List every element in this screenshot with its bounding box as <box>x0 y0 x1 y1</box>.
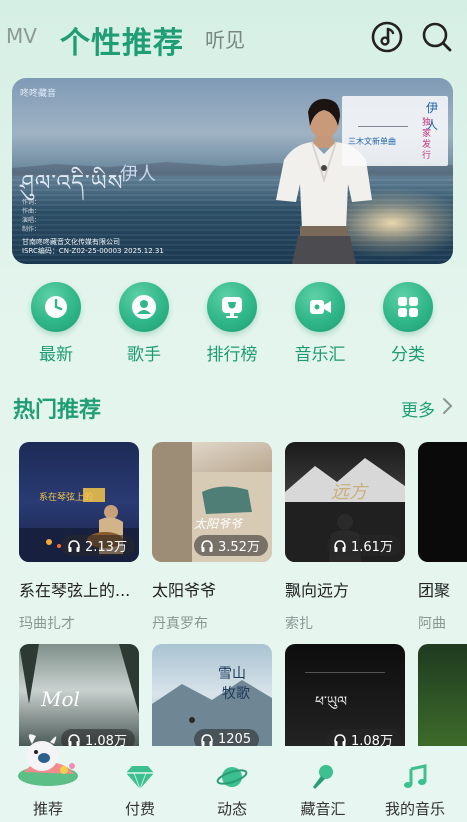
album-artist[interactable]: 索扎 <box>285 613 405 633</box>
singer-icon <box>119 282 169 332</box>
album-artist[interactable]: 丹真罗布 <box>152 613 272 633</box>
banner-company: 甘南咚咚藏音文化传媒有限公司 ISRC编码：CN-Z02-25-00003 20… <box>22 238 164 255</box>
music-note-icon[interactable] <box>370 20 404 54</box>
svg-text:牧歌: 牧歌 <box>222 686 250 702</box>
diamond-icon <box>126 766 154 790</box>
section-title: 热门推荐 <box>13 398 102 423</box>
clock-icon <box>31 282 81 332</box>
category-genres[interactable]: 分类 <box>373 282 443 365</box>
headphones-icon <box>68 539 80 552</box>
album-card[interactable] <box>418 644 467 746</box>
nav-label: 我的音乐 <box>384 800 445 818</box>
video-camera-icon <box>295 282 345 332</box>
category-label: 歌手 <box>127 345 161 365</box>
svg-text:太阳爷爷: 太阳爷爷 <box>194 517 244 531</box>
planet-icon <box>216 767 248 787</box>
album-cover[interactable] <box>418 644 467 746</box>
banner-title: 伊人 <box>120 164 156 185</box>
search-icon[interactable] <box>420 20 454 54</box>
album-cover[interactable] <box>418 442 467 562</box>
category-charts[interactable]: 排行榜 <box>197 282 267 365</box>
tab-mv[interactable]: MV <box>6 24 37 48</box>
tab-recommend[interactable]: 个性推荐 <box>60 18 184 62</box>
album-cover[interactable]: 远方 1.61万 <box>285 442 405 562</box>
card-subtitle: 三木文新单曲 <box>348 137 396 146</box>
microphone-icon <box>313 765 333 789</box>
svg-text:ཕ་ཡུལ: ཕ་ཡུལ <box>315 694 347 710</box>
mascot-icon[interactable] <box>14 726 84 788</box>
trophy-icon <box>207 282 257 332</box>
svg-text:雪山: 雪山 <box>218 666 246 682</box>
album-title: 系在琴弦上的... <box>19 581 131 600</box>
play-count-badge: 3.52万 <box>194 535 268 556</box>
nav-paid[interactable]: 付费 <box>95 762 185 819</box>
grid-icon <box>383 282 433 332</box>
play-count-badge: 1.08万 <box>327 729 401 746</box>
nav-tibetan-hub[interactable]: 藏音汇 <box>278 762 368 819</box>
album-cover[interactable]: 系在琴弦上的 2.13万 <box>19 442 139 562</box>
album-artist[interactable]: 阿曲 <box>418 613 467 633</box>
banner-release-card: 伊人 独家发行 三木文新单曲 <box>342 96 448 166</box>
nav-label: 动态 <box>216 800 247 818</box>
album-card[interactable]: ཕ་ཡུལ 1.08万 <box>285 644 405 746</box>
album-card[interactable]: 雪山 牧歌 1205 <box>152 644 272 746</box>
headphones-icon <box>201 733 213 746</box>
category-singer[interactable]: 歌手 <box>109 282 179 365</box>
nav-label: 藏音汇 <box>300 800 346 818</box>
album-card[interactable]: 团聚 阿曲 <box>418 442 467 633</box>
album-title: 飘向远方 <box>285 581 350 600</box>
svg-text:Mol: Mol <box>40 687 80 711</box>
top-header: MV 个性推荐 听见 <box>0 0 467 76</box>
album-cover[interactable]: 太阳爷爷 3.52万 <box>152 442 272 562</box>
album-card[interactable]: 系在琴弦上的 2.13万 系在琴弦上的... 玛曲扎才 <box>19 442 139 633</box>
nav-label: 推荐 <box>32 800 63 818</box>
music-note-icon <box>404 764 427 788</box>
banner-credits: 作词： 作曲： 演唱： 制作： <box>22 199 41 233</box>
category-label: 排行榜 <box>206 345 258 365</box>
headphones-icon <box>334 539 346 552</box>
category-latest[interactable]: 最新 <box>21 282 91 365</box>
card-divider <box>358 126 408 127</box>
category-label: 分类 <box>391 345 425 365</box>
category-label: 最新 <box>39 345 73 365</box>
headphones-icon <box>334 733 346 746</box>
album-artist[interactable]: 玛曲扎才 <box>19 613 139 633</box>
banner-brand: 咚咚藏音 <box>20 89 57 99</box>
more-link[interactable]: 更多 <box>401 396 435 421</box>
banner-carousel[interactable]: 咚咚藏音 ཤུལ་འདི་ཡིས 伊人 作词： 作曲： 演唱： 制作： 甘南咚咚… <box>12 78 453 264</box>
play-count-badge: 1.61万 <box>327 535 401 556</box>
album-title: 太阳爷爷 <box>152 581 217 600</box>
category-label: 音乐汇 <box>294 345 346 365</box>
svg-text:远方: 远方 <box>331 482 369 503</box>
category-music-hub[interactable]: 音乐汇 <box>285 282 355 365</box>
album-card[interactable]: 太阳爷爷 3.52万 太阳爷爷 丹真罗布 <box>152 442 272 633</box>
album-title: 团聚 <box>418 581 451 600</box>
play-count-badge: 1205 <box>194 729 260 746</box>
play-count-badge: 2.13万 <box>61 535 135 556</box>
card-exclusive: 独家发行 <box>422 118 432 161</box>
headphones-icon <box>201 539 213 552</box>
album-cover[interactable]: 雪山 牧歌 1205 <box>152 644 272 746</box>
album-card[interactable]: 远方 1.61万 飘向远方 索扎 <box>285 442 405 633</box>
nav-feed[interactable]: 动态 <box>187 762 277 819</box>
tab-listen[interactable]: 听见 <box>205 24 245 53</box>
nav-my-music[interactable]: 我的音乐 <box>370 762 460 819</box>
album-cover[interactable]: ཕ་ཡུལ 1.08万 <box>285 644 405 746</box>
chevron-right-icon[interactable] <box>441 397 453 415</box>
nav-label: 付费 <box>124 800 155 818</box>
